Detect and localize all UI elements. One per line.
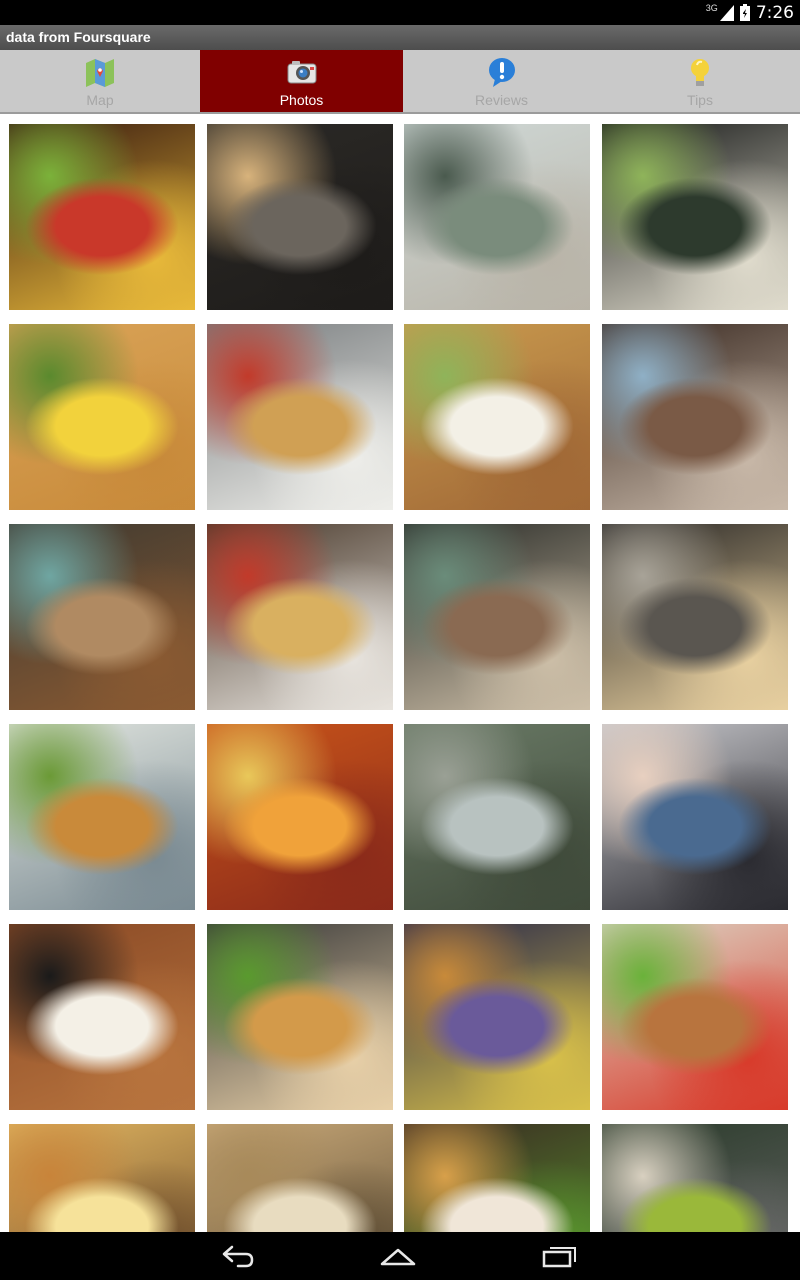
- signal-icon: [719, 4, 734, 21]
- status-time: 7:26: [755, 2, 794, 23]
- photo-thumbnail[interactable]: [9, 1124, 195, 1232]
- system-nav-bar: [0, 1232, 800, 1280]
- photo-thumbnail[interactable]: [207, 524, 393, 710]
- photo-thumbnail[interactable]: [207, 724, 393, 910]
- back-icon[interactable]: [218, 1242, 258, 1270]
- tab-tips-label: Tips: [687, 92, 713, 108]
- photo-thumbnail[interactable]: [9, 324, 195, 510]
- photo-thumbnail[interactable]: [602, 524, 788, 710]
- photo-thumbnail[interactable]: [9, 724, 195, 910]
- tab-photos[interactable]: Photos: [200, 50, 403, 112]
- photo-grid: [0, 114, 800, 1232]
- photo-thumbnail[interactable]: [602, 1124, 788, 1232]
- photo-thumbnail[interactable]: [404, 124, 590, 310]
- tab-tips[interactable]: Tips: [600, 50, 800, 112]
- status-icons: 3G 7:26: [706, 0, 794, 25]
- photo-thumbnail[interactable]: [207, 324, 393, 510]
- exclamation-icon: [488, 58, 515, 87]
- photo-thumbnail[interactable]: [207, 124, 393, 310]
- app-title: data from Foursquare: [0, 25, 800, 50]
- tab-photos-label: Photos: [279, 92, 324, 108]
- lightbulb-icon: [691, 59, 709, 86]
- photo-thumbnail[interactable]: [404, 324, 590, 510]
- photo-thumbnail[interactable]: [602, 324, 788, 510]
- photo-thumbnail[interactable]: [404, 724, 590, 910]
- photo-thumbnail[interactable]: [207, 1124, 393, 1232]
- photo-thumbnail[interactable]: [404, 924, 590, 1110]
- battery-icon: [739, 4, 750, 21]
- tab-reviews[interactable]: Reviews: [403, 50, 600, 112]
- photo-thumbnail[interactable]: [602, 924, 788, 1110]
- map-icon: [86, 59, 114, 87]
- status-bar: 3G 7:26: [0, 0, 800, 25]
- photo-thumbnail[interactable]: [9, 924, 195, 1110]
- home-icon[interactable]: [378, 1242, 418, 1270]
- recent-apps-icon[interactable]: [540, 1242, 580, 1270]
- photo-thumbnail[interactable]: [207, 924, 393, 1110]
- photo-thumbnail[interactable]: [9, 524, 195, 710]
- photo-thumbnail[interactable]: [404, 1124, 590, 1232]
- photo-thumbnail[interactable]: [602, 124, 788, 310]
- network-type: 3G: [705, 3, 718, 13]
- camera-icon: [287, 61, 316, 84]
- tab-reviews-label: Reviews: [475, 92, 528, 108]
- app-root: 3G 7:26 data from Foursquare Map Photos …: [0, 0, 800, 1280]
- tab-map[interactable]: Map: [0, 50, 200, 112]
- tab-map-label: Map: [86, 92, 114, 108]
- photo-thumbnail[interactable]: [404, 524, 590, 710]
- tab-bar: Map Photos Reviews Tips: [0, 50, 800, 114]
- photo-thumbnail[interactable]: [602, 724, 788, 910]
- photo-thumbnail[interactable]: [9, 124, 195, 310]
